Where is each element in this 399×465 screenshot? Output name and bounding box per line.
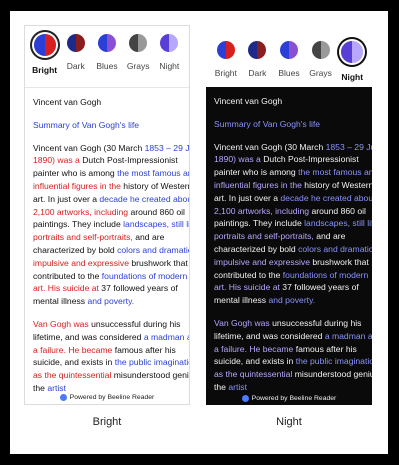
article-line: Summary of Van Gogh's life	[214, 118, 321, 129]
article-line: paintings. They include landscapes, stil…	[33, 219, 189, 230]
theme-option-bright[interactable]: Bright	[30, 34, 60, 75]
article-line: Vincent van Gogh	[33, 97, 102, 107]
theme-swatch-icon	[311, 41, 330, 59]
article-line: painter who is among the most famous and	[33, 168, 190, 179]
article-content: Vincent van Gogh Summary of Van Gogh's li…	[206, 87, 372, 405]
article-line: art. In just over a decade he created ab…	[214, 192, 372, 203]
theme-swatch-icon	[97, 34, 116, 52]
article-line: mental illness and poverty.	[33, 296, 135, 307]
article-paragraph: Van Gogh was unsuccessful during his life…	[214, 317, 372, 394]
article-line: suicide, and exists in the public imagin…	[214, 356, 372, 367]
article-line: as the quintessential misunderstood geni…	[33, 370, 189, 381]
powered-by-badge[interactable]: Powered by Beeline Reader	[206, 392, 372, 405]
theme-swatch-icon	[216, 41, 235, 59]
theme-swatch-icon	[279, 41, 298, 59]
caption-bright: Bright	[92, 416, 122, 428]
theme-option-blues[interactable]: Blues	[274, 41, 304, 78]
theme-swatch-icon	[33, 34, 56, 56]
powered-by-text: Powered by Beeline Reader	[69, 394, 155, 401]
article-line: characterized by bold colors and dramati…	[214, 243, 372, 254]
article-line: influential figures in the history of We…	[214, 179, 372, 190]
theme-label: Bright	[32, 65, 58, 75]
article-line: Vincent van Gogh	[214, 96, 283, 106]
article-line: as the quintessential misunderstood geni…	[214, 369, 372, 380]
article-paragraph: Summary of Van Gogh's life	[33, 119, 181, 132]
article-line: 1890) was a Dutch Post-Impressionist	[33, 155, 178, 166]
theme-swatch-icon	[66, 34, 85, 52]
article-line: portraits and self-portraits, and are	[33, 232, 165, 243]
night-panel: Bright Dark Blues Grays Night Vincent va…	[206, 25, 372, 405]
theme-option-night[interactable]: Night	[154, 34, 184, 71]
article-line: painter who is among the most famous and	[214, 167, 372, 178]
theme-option-bright[interactable]: Bright	[211, 41, 241, 78]
theme-label: Grays	[309, 68, 332, 78]
article-line: impulsive and expressive brushwork that	[33, 257, 188, 268]
article-content: Vincent van Gogh Summary of Van Gogh's li…	[25, 88, 189, 395]
article-paragraph: Vincent van Gogh	[214, 95, 364, 108]
theme-selector: Bright Dark Blues Grays Night	[206, 25, 372, 87]
caption-night: Night	[276, 416, 302, 428]
theme-option-grays[interactable]: Grays	[306, 41, 336, 78]
article-line: art. His suicide at 37 followed years of	[214, 282, 359, 293]
theme-label: Bright	[214, 68, 237, 78]
article-line: a failure. He became famous after his	[214, 343, 357, 354]
bright-panel: Bright Dark Blues Grays Night Vincent va…	[24, 25, 190, 405]
article-line: Summary of Van Gogh's life	[33, 119, 140, 130]
theme-label: Grays	[126, 61, 150, 71]
article-line: a failure. He became famous after his	[33, 344, 176, 355]
theme-label: Night	[341, 72, 364, 82]
article-line: Van Gogh was unsuccessful during his	[33, 318, 181, 329]
article-line: influential figures in the history of We…	[33, 180, 190, 191]
article-paragraph: Van Gogh was unsuccessful during his life…	[33, 318, 190, 395]
theme-label: Dark	[248, 68, 267, 78]
powered-by-text: Powered by Beeline Reader	[251, 395, 337, 402]
article-line: Vincent van Gogh (30 March 1853 – 29 Jul…	[33, 142, 190, 153]
article-line: impulsive and expressive brushwork that	[214, 256, 369, 267]
article-paragraph: Vincent van Gogh	[33, 96, 181, 109]
theme-swatch-icon	[341, 41, 364, 63]
article-line: 1890) was a Dutch Post-Impressionist	[214, 154, 359, 165]
theme-option-night[interactable]: Night	[337, 41, 367, 82]
article-line: contributed to the foundations of modern	[33, 270, 188, 281]
theme-option-grays[interactable]: Grays	[123, 34, 153, 71]
article-line: characterized by bold colors and dramati…	[33, 244, 190, 255]
theme-swatch-icon	[248, 41, 267, 59]
article-line: lifetime, and was considered a madman an…	[33, 331, 189, 342]
theme-swatch-icon	[160, 34, 179, 52]
article-line: paintings. They include landscapes, stil…	[214, 218, 372, 229]
article-line: contributed to the foundations of modern	[214, 269, 369, 280]
theme-label: Dark	[66, 61, 85, 71]
theme-label: Blues	[278, 68, 300, 78]
article-paragraph: Vincent van Gogh (30 March 1853 – 29 Jul…	[214, 141, 372, 307]
theme-option-dark[interactable]: Dark	[242, 41, 272, 78]
article-line: portraits and self-portraits, and are	[214, 231, 346, 242]
article-line: Van Gogh was unsuccessful during his	[214, 317, 362, 328]
beeline-logo-icon	[59, 394, 67, 401]
article-line: Vincent van Gogh (30 March 1853 – 29 Jul…	[214, 141, 372, 152]
theme-selector: Bright Dark Blues Grays Night	[25, 26, 189, 88]
beeline-logo-icon	[241, 395, 249, 402]
theme-option-blues[interactable]: Blues	[92, 34, 122, 71]
article-line: suicide, and exists in the public imagin…	[33, 357, 190, 368]
article-line: mental illness and poverty.	[214, 295, 316, 306]
article-line: lifetime, and was considered a madman an…	[214, 330, 372, 341]
article-line: 2,100 artworks, including around 860 oil	[33, 206, 185, 217]
article-paragraph: Summary of Van Gogh's life	[214, 118, 364, 131]
article-line: art. His suicide at 37 followed years of	[33, 283, 178, 294]
article-paragraph: Vincent van Gogh (30 March 1853 – 29 Jul…	[33, 142, 190, 308]
theme-label: Blues	[96, 61, 118, 71]
powered-by-badge[interactable]: Powered by Beeline Reader	[25, 391, 189, 404]
theme-option-dark[interactable]: Dark	[61, 34, 91, 71]
article-line: art. In just over a decade he created ab…	[33, 193, 190, 204]
article-line: 2,100 artworks, including around 860 oil	[214, 205, 366, 216]
theme-swatch-icon	[129, 34, 148, 52]
theme-label: Night	[159, 61, 180, 71]
